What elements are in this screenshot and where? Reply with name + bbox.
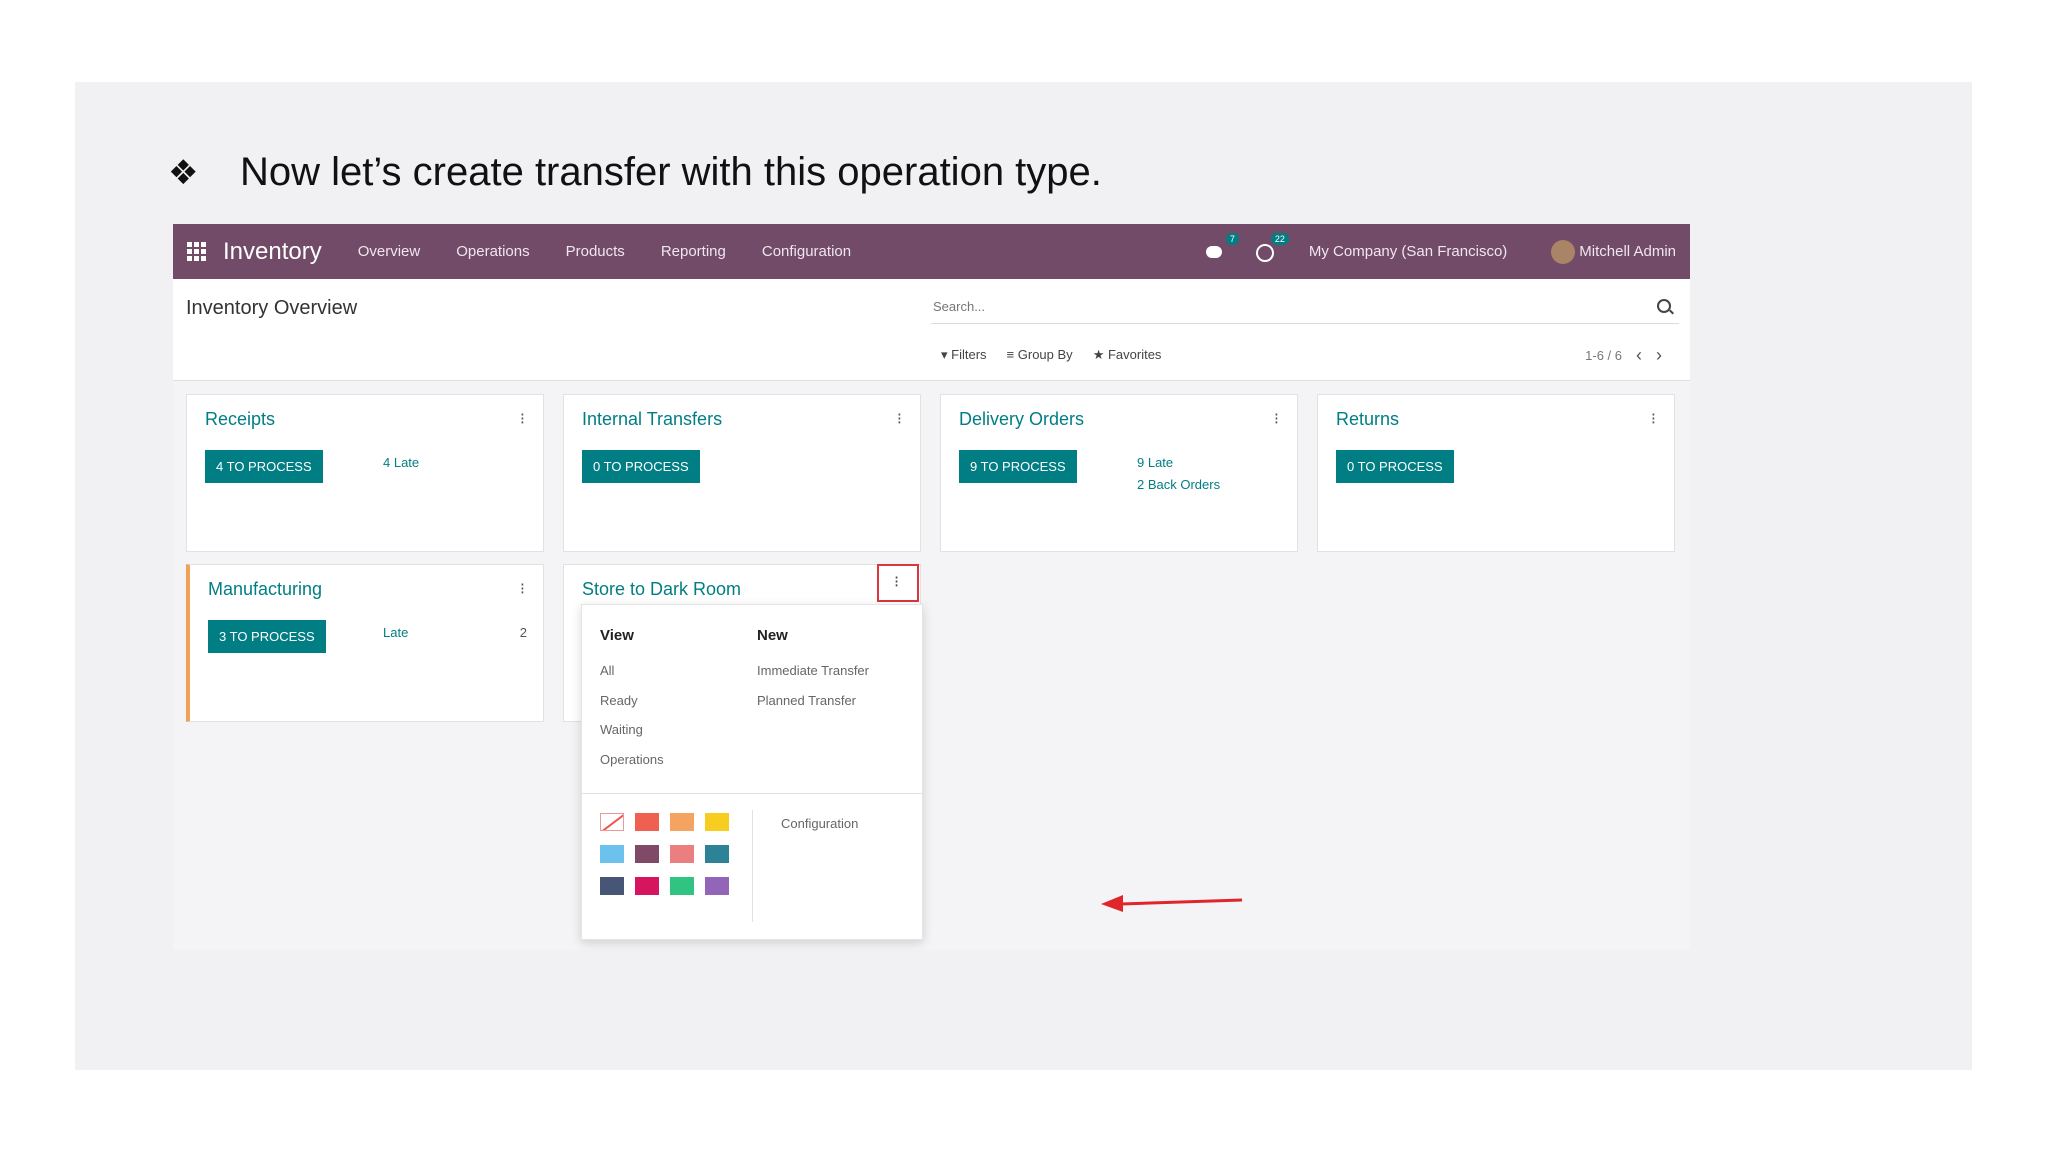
card-receipts: Receipts ⁝ 4 TO PROCESS 4 Late xyxy=(186,394,544,552)
card-dropdown-menu: View All Ready Waiting Operations New Im… xyxy=(581,604,923,940)
card-returns: Returns ⁝ 0 TO PROCESS xyxy=(1317,394,1675,552)
company-switcher[interactable]: My Company (San Francisco) xyxy=(1309,243,1507,260)
red-arrow-annotation xyxy=(1101,895,1243,912)
card-title[interactable]: Internal Transfers xyxy=(582,409,722,430)
menu-overview[interactable]: Overview xyxy=(358,243,421,260)
bullet-line: ❖ Now let’s create transfer with this op… xyxy=(168,150,1102,195)
late-count: 2 xyxy=(519,625,527,640)
control-panel: Inventory Overview ▾ Filters ≡ Group By … xyxy=(173,279,1690,381)
search-icon[interactable] xyxy=(1657,299,1671,313)
kebab-menu-icon[interactable]: ⁝ xyxy=(1274,409,1279,429)
top-navbar: Inventory Overview Operations Products R… xyxy=(173,224,1690,279)
color-swatch[interactable] xyxy=(705,845,729,863)
card-internal-transfers: Internal Transfers ⁝ 0 TO PROCESS xyxy=(563,394,921,552)
pager-previous-icon[interactable]: ‹ xyxy=(1636,345,1642,366)
color-swatch[interactable] xyxy=(600,877,624,895)
kebab-menu-icon[interactable]: ⁝ xyxy=(1651,409,1656,429)
to-process-button[interactable]: 4 TO PROCESS xyxy=(205,450,323,483)
bullet-text: Now let’s create transfer with this oper… xyxy=(240,150,1102,194)
view-waiting-link[interactable]: Waiting xyxy=(600,722,643,737)
color-swatch[interactable] xyxy=(705,813,729,831)
card-title[interactable]: Manufacturing xyxy=(208,579,322,600)
back-orders-link[interactable]: 2 Back Orders xyxy=(1137,477,1220,492)
kebab-menu-icon[interactable]: ⁝ xyxy=(520,409,525,429)
kebab-highlight-box: ⁝ xyxy=(877,564,919,602)
view-operations-link[interactable]: Operations xyxy=(600,752,664,767)
late-link[interactable]: 4 Late xyxy=(383,455,419,470)
divider xyxy=(752,810,753,922)
new-immediate-transfer-link[interactable]: Immediate Transfer xyxy=(757,663,869,678)
menu-configuration[interactable]: Configuration xyxy=(762,243,851,260)
to-process-button[interactable]: 0 TO PROCESS xyxy=(1336,450,1454,483)
color-swatch[interactable] xyxy=(600,845,624,863)
to-process-button[interactable]: 0 TO PROCESS xyxy=(582,450,700,483)
activity-badge: 22 xyxy=(1270,232,1289,245)
color-swatch[interactable] xyxy=(635,877,659,895)
new-header: New xyxy=(757,627,788,644)
card-title[interactable]: Store to Dark Room xyxy=(582,579,741,600)
card-title[interactable]: Receipts xyxy=(205,409,275,430)
new-planned-transfer-link[interactable]: Planned Transfer xyxy=(757,693,856,708)
late-link[interactable]: Late xyxy=(383,625,408,640)
group-by-icon: ≡ xyxy=(1006,347,1015,362)
search-bar xyxy=(931,291,1679,324)
menu-reporting[interactable]: Reporting xyxy=(661,243,726,260)
navbar-right: 7 22 My Company (San Francisco) Mitchell… xyxy=(1191,224,1690,279)
color-swatch[interactable] xyxy=(670,845,694,863)
no-color-swatch[interactable] xyxy=(600,813,624,831)
inventory-app-screenshot: Inventory Overview Operations Products R… xyxy=(173,224,1690,950)
chat-badge: 7 xyxy=(1225,232,1239,245)
app-name[interactable]: Inventory xyxy=(223,238,322,266)
filter-funnel-icon: ▾ xyxy=(941,347,948,362)
pager: 1-6 / 6 ‹ › xyxy=(1585,345,1662,366)
divider xyxy=(582,793,922,794)
star-icon: ★ xyxy=(1092,347,1105,362)
card-delivery-orders: Delivery Orders ⁝ 9 TO PROCESS 9 Late 2 … xyxy=(940,394,1298,552)
pager-next-icon[interactable]: › xyxy=(1656,345,1662,366)
group-by-button[interactable]: ≡ Group By xyxy=(1007,347,1073,363)
color-swatch[interactable] xyxy=(670,877,694,895)
main-menu: Overview Operations Products Reporting C… xyxy=(358,243,851,260)
card-title[interactable]: Returns xyxy=(1336,409,1399,430)
kebab-menu-icon[interactable]: ⁝ xyxy=(520,579,525,599)
apps-grid-icon[interactable] xyxy=(187,241,207,262)
menu-operations[interactable]: Operations xyxy=(456,243,529,260)
page-title: Inventory Overview xyxy=(186,297,358,319)
filters-button[interactable]: ▾ Filters xyxy=(941,347,987,363)
color-swatch[interactable] xyxy=(635,813,659,831)
user-name: Mitchell Admin xyxy=(1579,243,1676,260)
kebab-menu-icon[interactable]: ⁝ xyxy=(894,572,899,592)
configuration-link[interactable]: Configuration xyxy=(781,816,858,831)
search-input[interactable] xyxy=(931,291,1625,321)
search-options: ▾ Filters ≡ Group By ★ Favorites xyxy=(941,347,1161,363)
view-ready-link[interactable]: Ready xyxy=(600,693,638,708)
late-link[interactable]: 9 Late xyxy=(1137,455,1173,470)
card-title[interactable]: Delivery Orders xyxy=(959,409,1084,430)
kebab-menu-icon[interactable]: ⁝ xyxy=(897,409,902,429)
view-all-link[interactable]: All xyxy=(600,663,614,678)
color-swatch[interactable] xyxy=(635,845,659,863)
diamond-bullet-icon: ❖ xyxy=(168,152,199,193)
card-manufacturing: Manufacturing ⁝ 3 TO PROCESS Late 2 xyxy=(186,564,544,722)
avatar xyxy=(1551,239,1576,264)
user-menu[interactable]: Mitchell Admin xyxy=(1551,239,1676,264)
activity-clock-icon[interactable]: 22 xyxy=(1253,232,1289,265)
view-header: View xyxy=(600,627,634,644)
color-swatch[interactable] xyxy=(670,813,694,831)
to-process-button[interactable]: 9 TO PROCESS xyxy=(959,450,1077,483)
chat-icon[interactable]: 7 xyxy=(1203,232,1239,265)
menu-products[interactable]: Products xyxy=(566,243,625,260)
favorites-button[interactable]: ★ Favorites xyxy=(1093,347,1162,363)
color-swatch[interactable] xyxy=(705,877,729,895)
to-process-button[interactable]: 3 TO PROCESS xyxy=(208,620,326,653)
pager-value[interactable]: 1-6 / 6 xyxy=(1585,348,1622,363)
